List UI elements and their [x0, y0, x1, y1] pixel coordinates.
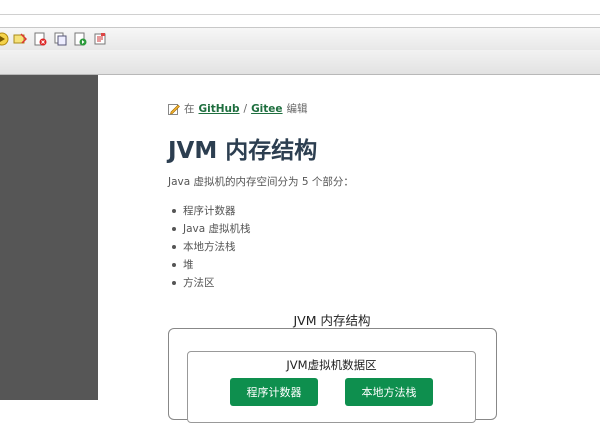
diagram-inner-box: JVM虚拟机数据区 程序计数器 本地方法栈 — [187, 351, 476, 423]
pencil-icon — [168, 103, 180, 115]
left-sidebar — [0, 75, 98, 400]
list-item-label: 方法区 — [183, 277, 215, 289]
intro-text: Java 虚拟机的内存空间分为 5 个部分： — [168, 176, 354, 188]
link-separator: / — [243, 102, 248, 115]
list-item-label: 程序计数器 — [183, 205, 236, 217]
list-item-label: Java 虚拟机栈 — [183, 223, 251, 235]
list-item: 本地方法栈 — [172, 238, 251, 256]
bullet-icon — [172, 227, 176, 231]
list-item: 方法区 — [172, 274, 251, 292]
region-program-counter: 程序计数器 — [230, 378, 318, 406]
document-page: 在 GitHub / Gitee 编辑 JVM 内存结构 Java 虚拟机的内存… — [98, 75, 600, 423]
memory-area-list: 程序计数器 Java 虚拟机栈 本地方法栈 堆 方法区 — [172, 202, 251, 292]
diagram-outer-box: JVM虚拟机数据区 程序计数器 本地方法栈 — [168, 328, 497, 423]
window-top-strip — [0, 0, 600, 15]
bullet-icon — [172, 209, 176, 213]
bullet-icon — [172, 281, 176, 285]
region-native-method-stack: 本地方法栈 — [345, 378, 433, 406]
edit-suffix: 编辑 — [286, 103, 308, 115]
bullet-icon — [172, 263, 176, 267]
list-item-label: 本地方法栈 — [183, 241, 236, 253]
diagram-title: JVM 内存结构 — [293, 313, 371, 328]
diagram-inner-title: JVM虚拟机数据区 — [286, 358, 377, 372]
edit-tag-icon[interactable] — [12, 31, 28, 47]
secondary-toolbar — [0, 50, 600, 75]
list-item-label: 堆 — [183, 259, 194, 271]
edit-links: 在 GitHub / Gitee 编辑 — [168, 101, 308, 116]
edit-prefix: 在 — [184, 103, 195, 115]
toolbar — [0, 27, 600, 51]
gitee-link[interactable]: Gitee — [251, 103, 282, 115]
bullet-icon — [172, 245, 176, 249]
save-page-icon[interactable] — [92, 31, 108, 47]
list-item: 堆 — [172, 256, 251, 274]
play-icon[interactable] — [0, 31, 10, 47]
copy-page-icon[interactable] — [52, 31, 68, 47]
page-title: JVM 内存结构 — [168, 138, 318, 164]
github-link[interactable]: GitHub — [199, 103, 240, 115]
refresh-page-icon[interactable] — [72, 31, 88, 47]
delete-page-icon[interactable] — [32, 31, 48, 47]
list-item: Java 虚拟机栈 — [172, 220, 251, 238]
list-item: 程序计数器 — [172, 202, 251, 220]
